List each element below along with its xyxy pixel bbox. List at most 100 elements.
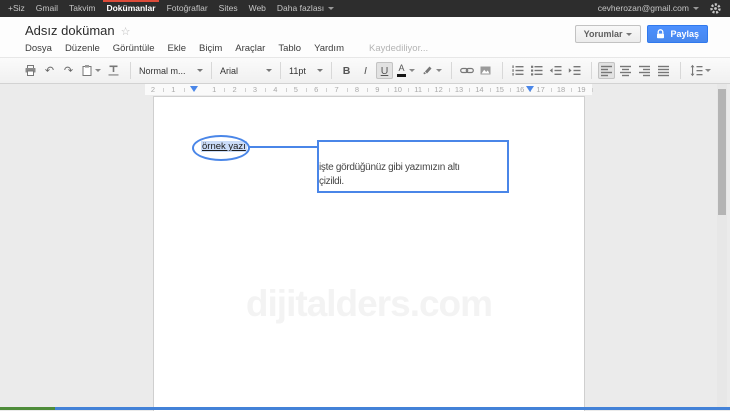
progress-played-segment bbox=[0, 407, 55, 410]
menu-view[interactable]: Görüntüle bbox=[113, 43, 155, 54]
text-color-icon: A bbox=[397, 64, 406, 77]
video-progress-bar[interactable] bbox=[0, 407, 730, 410]
comments-button[interactable]: Yorumlar bbox=[575, 25, 642, 43]
menu-file[interactable]: Dosya bbox=[25, 43, 52, 54]
annotation-connector-line bbox=[248, 146, 317, 148]
ruler-tick bbox=[347, 88, 348, 92]
font-dropdown[interactable]: Arial bbox=[218, 66, 274, 76]
topbar-item-plus-you[interactable]: +Siz bbox=[8, 0, 25, 17]
ruler[interactable]: 2112345678910111213141516171819 bbox=[145, 84, 592, 95]
menu-format[interactable]: Biçim bbox=[199, 43, 222, 54]
ruler-number: 4 bbox=[273, 85, 277, 94]
style-dropdown[interactable]: Normal m... bbox=[137, 66, 205, 76]
topbar-item-web[interactable]: Web bbox=[249, 0, 266, 17]
topbar-item-gmail[interactable]: Gmail bbox=[36, 0, 58, 17]
align-center-button[interactable] bbox=[617, 62, 634, 79]
doc-title-row: Adsız doküman ☆ bbox=[25, 23, 130, 38]
ruler-number: 18 bbox=[557, 85, 565, 94]
justify-button[interactable] bbox=[655, 62, 672, 79]
ruler-tick bbox=[367, 88, 368, 92]
print-button[interactable] bbox=[22, 62, 39, 79]
undo-button[interactable]: ↶ bbox=[41, 62, 58, 79]
ruler-number: 12 bbox=[434, 85, 442, 94]
ruler-number: 16 bbox=[516, 85, 524, 94]
clipboard-icon bbox=[81, 64, 93, 77]
font-size-value: 11pt bbox=[289, 66, 306, 76]
scrollbar-thumb[interactable] bbox=[718, 89, 726, 215]
document-page[interactable]: örnek yazı işte gördüğünüz gibi yazımızı… bbox=[153, 96, 585, 411]
ruler-margin-marker[interactable] bbox=[190, 86, 198, 92]
ruler-tick bbox=[388, 88, 389, 92]
italic-button[interactable]: I bbox=[357, 62, 374, 79]
bullet-list-button[interactable] bbox=[528, 62, 545, 79]
google-black-bar: +Siz Gmail Takvim Dokümanlar Fotoğraflar… bbox=[0, 0, 730, 17]
paint-format-button[interactable] bbox=[105, 62, 122, 79]
align-right-button[interactable] bbox=[636, 62, 653, 79]
web-clipboard-button[interactable] bbox=[79, 62, 103, 79]
topbar-item-documents-active[interactable]: Dokümanlar bbox=[106, 0, 155, 17]
redo-button[interactable]: ↷ bbox=[60, 62, 77, 79]
justify-icon bbox=[657, 64, 670, 77]
ruler-number: 2 bbox=[151, 85, 155, 94]
star-icon[interactable]: ☆ bbox=[121, 26, 131, 38]
document-title[interactable]: Adsız doküman bbox=[25, 23, 115, 38]
ruler-tick bbox=[490, 88, 491, 92]
toolbar-separator bbox=[211, 62, 212, 79]
line-spacing-button[interactable] bbox=[687, 62, 713, 79]
menu-help[interactable]: Yardım bbox=[314, 43, 344, 54]
decrease-indent-button[interactable] bbox=[547, 62, 564, 79]
numbered-list-button[interactable] bbox=[509, 62, 526, 79]
share-label: Paylaş bbox=[670, 29, 699, 39]
account-menu[interactable]: cevherozan@gmail.com bbox=[598, 0, 699, 17]
underline-button[interactable]: U bbox=[376, 62, 393, 79]
topbar-item-sites[interactable]: Sites bbox=[219, 0, 238, 17]
ruler-tick bbox=[571, 88, 572, 92]
bold-button[interactable]: B bbox=[338, 62, 355, 79]
toolbar-separator bbox=[680, 62, 681, 79]
annotation-ellipse bbox=[192, 135, 250, 161]
ruler-tick bbox=[163, 88, 164, 92]
ruler-tick bbox=[265, 88, 266, 92]
redo-icon: ↷ bbox=[64, 64, 73, 77]
highlight-color-button[interactable] bbox=[419, 62, 443, 79]
ruler-margin-marker[interactable] bbox=[526, 86, 534, 92]
ruler-number: 3 bbox=[253, 85, 257, 94]
chevron-down-icon bbox=[436, 69, 442, 72]
insert-link-button[interactable] bbox=[458, 62, 475, 79]
ruler-tick bbox=[592, 88, 593, 92]
menu-tools[interactable]: Araçlar bbox=[235, 43, 265, 54]
menu-edit[interactable]: Düzenle bbox=[65, 43, 100, 54]
topbar-item-calendar[interactable]: Takvim bbox=[69, 0, 95, 17]
scrollbar[interactable] bbox=[717, 84, 727, 408]
annotation-callout-box: işte gördüğünüz gibi yazımızın altı çizi… bbox=[317, 140, 509, 193]
toolbar-separator bbox=[130, 62, 131, 79]
callout-text: işte gördüğünüz gibi yazımızın altı çizi… bbox=[319, 161, 507, 190]
ruler-tick bbox=[286, 88, 287, 92]
toolbar-separator bbox=[502, 62, 503, 79]
menu-table[interactable]: Tablo bbox=[278, 43, 301, 54]
increase-indent-button[interactable] bbox=[566, 62, 583, 79]
insert-image-button[interactable] bbox=[477, 62, 494, 79]
topbar-more-menu[interactable]: Daha fazlası bbox=[277, 0, 334, 17]
ruler-tick bbox=[326, 88, 327, 92]
text-color-button[interactable]: A bbox=[395, 62, 417, 79]
align-left-button[interactable] bbox=[598, 62, 615, 79]
chevron-down-icon bbox=[317, 69, 323, 72]
ruler-tick bbox=[184, 88, 185, 92]
share-button[interactable]: Paylaş bbox=[647, 25, 708, 43]
align-right-icon bbox=[638, 64, 651, 77]
ruler-number: 17 bbox=[536, 85, 544, 94]
ruler-tick bbox=[449, 88, 450, 92]
ruler-number: 2 bbox=[233, 85, 237, 94]
ruler-tick bbox=[469, 88, 470, 92]
watermark: dijitalders.com bbox=[246, 283, 492, 325]
font-size-dropdown[interactable]: 11pt bbox=[287, 66, 325, 76]
chevron-down-icon bbox=[693, 7, 699, 10]
ruler-tick bbox=[224, 88, 225, 92]
topbar-item-photos[interactable]: Fotoğraflar bbox=[167, 0, 208, 17]
chevron-down-icon bbox=[626, 33, 632, 36]
ruler-number: 11 bbox=[414, 85, 422, 94]
ruler-tick bbox=[551, 88, 552, 92]
gear-icon[interactable] bbox=[709, 2, 722, 15]
menu-insert[interactable]: Ekle bbox=[168, 43, 186, 54]
